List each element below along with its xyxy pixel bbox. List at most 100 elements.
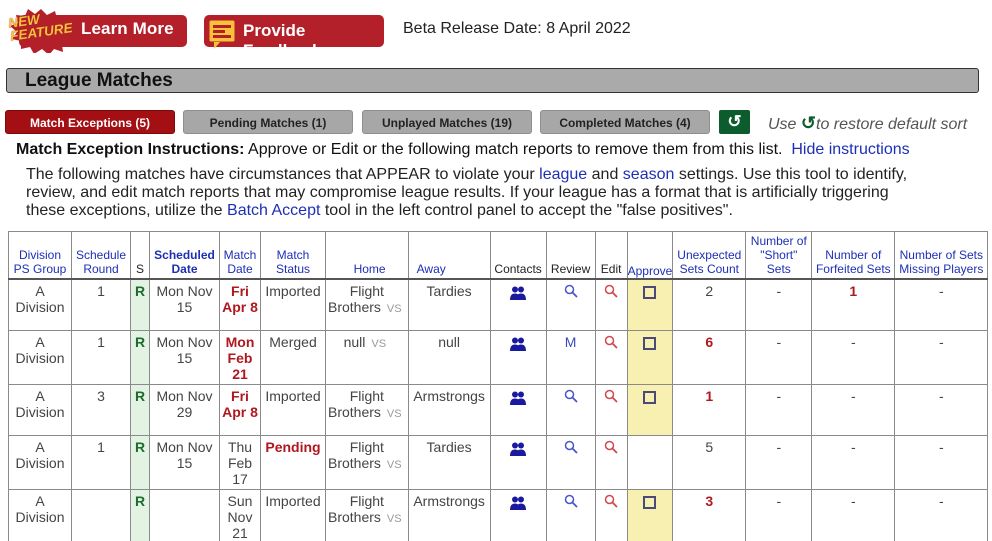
cell-schedule-round: 1	[71, 278, 131, 331]
cell-division: A Division	[8, 488, 72, 541]
section-header: League Matches	[6, 68, 979, 93]
cell-short-sets: -	[745, 488, 813, 541]
cell-s: R	[130, 329, 150, 385]
cell-edit	[594, 278, 628, 331]
cell-match-date: Thu Feb 17	[219, 434, 261, 490]
col-approve[interactable]: Approve	[626, 231, 674, 280]
cell-review	[545, 434, 596, 490]
cell-unexpected-sets: 3	[672, 488, 747, 541]
instructions-title: Match Exception Instructions: Approve or…	[16, 141, 910, 159]
tab-match-exceptions[interactable]: Match Exceptions (5)	[5, 110, 175, 134]
edit-magnifier-icon[interactable]	[604, 494, 618, 508]
home-team: Flight Brothers	[328, 387, 384, 420]
contacts-icon[interactable]	[509, 442, 527, 456]
cell-schedule-round: 1	[71, 329, 131, 385]
contacts-icon[interactable]	[509, 286, 527, 300]
cell-approve	[626, 383, 674, 436]
cell-short-sets: -	[745, 434, 813, 490]
col-away[interactable]: Away	[407, 231, 491, 280]
col-division[interactable]: Division PS Group	[8, 231, 72, 280]
cell-match-date: Mon Feb 21	[219, 329, 261, 385]
cell-away: Tardies	[407, 434, 491, 490]
learn-more-button[interactable]: NEW FEATURE Learn More	[5, 9, 187, 53]
restore-sort-button[interactable]: ↺	[719, 110, 750, 134]
col-schedule-round[interactable]: Schedule Round	[71, 231, 131, 280]
col-s[interactable]: S	[130, 231, 150, 280]
cell-unexpected-sets: 2	[672, 278, 747, 331]
tab-completed-matches[interactable]: Completed Matches (4)	[540, 110, 710, 134]
cell-division: A Division	[8, 278, 72, 331]
hide-instructions-link[interactable]: Hide instructions	[791, 141, 909, 158]
col-edit: Edit	[594, 231, 628, 280]
cell-match-status: Imported	[260, 383, 326, 436]
cell-away: Armstrongs	[407, 488, 491, 541]
cell-short-sets: -	[745, 278, 813, 331]
contacts-icon[interactable]	[509, 391, 527, 405]
vs-label: VS	[371, 337, 387, 350]
col-home[interactable]: Home	[325, 231, 409, 280]
cell-short-sets: -	[745, 329, 813, 385]
edit-magnifier-icon[interactable]	[604, 440, 618, 454]
league-settings-link[interactable]: league	[539, 166, 587, 183]
cell-match-date: Sun Nov 21	[219, 488, 261, 541]
col-unexpected-sets[interactable]: Unexpected Sets Count	[672, 231, 747, 280]
home-team: Flight Brothers	[328, 283, 384, 315]
cell-edit	[594, 488, 628, 541]
cell-scheduled-date: Mon Nov 29	[149, 383, 220, 436]
col-forfeited-sets[interactable]: Number of Forfeited Sets	[811, 231, 896, 280]
cell-division: A Division	[8, 329, 72, 385]
top-bar: NEW FEATURE Learn More Provide Feedback …	[0, 0, 992, 60]
edit-magnifier-icon[interactable]	[604, 284, 618, 298]
col-short-sets[interactable]: Number of "Short" Sets	[745, 231, 813, 280]
vs-label: VS	[386, 458, 402, 471]
approve-checkbox[interactable]	[643, 495, 657, 509]
col-missing-players[interactable]: Number of Sets Missing Players	[894, 231, 989, 280]
review-magnifier-icon[interactable]	[564, 389, 578, 403]
cell-contacts	[489, 434, 547, 490]
restore-hint-prefix: Use	[768, 116, 797, 133]
cell-edit	[594, 329, 628, 385]
cell-scheduled-date: Mon Nov 15	[149, 434, 220, 490]
review-magnifier-icon[interactable]	[564, 440, 578, 454]
col-match-status[interactable]: Match Status	[260, 231, 326, 280]
cell-schedule-round: 3	[71, 383, 131, 436]
approve-checkbox[interactable]	[643, 390, 657, 404]
review-merged-link[interactable]: M	[565, 334, 577, 350]
edit-magnifier-icon[interactable]	[604, 335, 618, 349]
review-magnifier-icon[interactable]	[564, 284, 578, 298]
edit-magnifier-icon[interactable]	[604, 389, 618, 403]
approve-checkbox[interactable]	[643, 286, 657, 299]
cell-scheduled-date	[149, 488, 220, 541]
batch-accept-link[interactable]: Batch Accept	[227, 202, 320, 219]
cell-short-sets: -	[745, 383, 813, 436]
cell-match-date: Fri Apr 8	[219, 383, 261, 436]
cell-missing-players: -	[894, 383, 989, 436]
tab-unplayed-matches[interactable]: Unplayed Matches (19)	[362, 110, 532, 134]
col-contacts: Contacts	[489, 231, 547, 280]
review-magnifier-icon[interactable]	[564, 494, 578, 508]
cell-contacts	[489, 488, 547, 541]
col-match-date[interactable]: Match Date	[219, 231, 261, 280]
cell-away: Tardies	[407, 278, 491, 331]
cell-approve	[626, 488, 674, 541]
vs-label: VS	[386, 303, 402, 315]
feedback-chat-icon	[208, 19, 236, 49]
tab-pending-matches[interactable]: Pending Matches (1)	[183, 110, 353, 134]
provide-feedback-button[interactable]: Provide Feedback	[204, 15, 384, 60]
table-header-row: Division PS Group Schedule Round S Sched…	[8, 231, 989, 280]
col-scheduled-date[interactable]: Scheduled Date	[149, 231, 220, 280]
season-settings-link[interactable]: season	[623, 166, 675, 183]
cell-forfeited-sets: 1	[811, 278, 896, 331]
cell-missing-players: -	[894, 488, 989, 541]
contacts-icon[interactable]	[509, 496, 527, 510]
cell-match-status: Imported	[260, 488, 326, 541]
approve-checkbox[interactable]	[643, 336, 657, 350]
cell-contacts	[489, 278, 547, 331]
cell-scheduled-date: Mon Nov 15	[149, 278, 220, 331]
home-team: Flight Brothers	[328, 438, 384, 471]
contacts-icon[interactable]	[509, 337, 527, 351]
cell-home: Flight Brothers VS	[325, 278, 409, 331]
cell-review	[545, 383, 596, 436]
table-row-5: A Division R Sun Nov 21 Imported Flight …	[8, 488, 989, 541]
match-exceptions-table: Division PS Group Schedule Round S Sched…	[8, 231, 989, 541]
